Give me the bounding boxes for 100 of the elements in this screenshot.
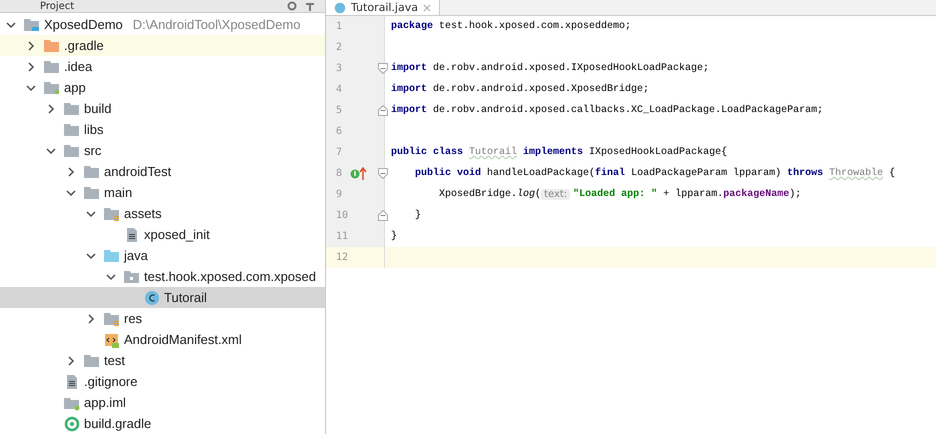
static-method-name: log xyxy=(517,189,536,200)
line-number: 8 xyxy=(336,168,342,179)
tree-item-label: build xyxy=(84,101,112,116)
tree-item-label: src xyxy=(84,143,102,158)
tree-item[interactable]: app xyxy=(0,77,325,98)
code-text: ( xyxy=(535,189,542,200)
chevron-down-icon[interactable] xyxy=(106,272,116,282)
tree-item-label: .idea xyxy=(64,59,92,74)
override-marker-icon[interactable] xyxy=(350,167,368,181)
line-number: 1 xyxy=(336,21,342,32)
file-icon xyxy=(124,226,140,242)
editor-tab[interactable]: Tutorail.java xyxy=(326,0,440,15)
chevron-right-icon[interactable] xyxy=(46,104,56,114)
code-text: } xyxy=(391,231,398,242)
tree-item-label: Tutorail xyxy=(164,290,207,305)
gradle-file-icon xyxy=(64,416,80,432)
tree-item[interactable]: assets xyxy=(0,203,325,224)
line-number: 11 xyxy=(336,231,348,242)
keyword: import xyxy=(391,84,428,95)
field-name: packageName xyxy=(723,189,790,200)
chevron-down-icon[interactable] xyxy=(86,208,96,218)
keyword: public void xyxy=(414,168,482,179)
folder-icon xyxy=(44,38,60,52)
tree-item[interactable]: build xyxy=(0,98,325,119)
chevron-down-icon[interactable] xyxy=(66,188,76,198)
line-number: 2 xyxy=(336,42,342,53)
tree-item[interactable]: xposed_init xyxy=(0,224,325,245)
keyword: implements xyxy=(522,147,584,158)
folder-icon xyxy=(24,18,40,32)
keyword: import xyxy=(391,63,428,74)
chevron-right-icon[interactable] xyxy=(26,40,36,50)
keyword: final xyxy=(595,168,626,179)
folder-icon xyxy=(84,164,100,178)
tree-item-label: app xyxy=(64,80,86,95)
fold-start-icon[interactable] xyxy=(378,63,388,74)
tree-item[interactable]: src xyxy=(0,140,325,161)
tree-item-label: .gradle xyxy=(64,38,104,53)
tree-item[interactable]: libs xyxy=(0,119,325,140)
string-literal: "Loaded app: " xyxy=(573,189,658,200)
folder-icon xyxy=(124,270,140,284)
tree-item[interactable]: java xyxy=(0,245,325,266)
tree-item-label: xposed_init xyxy=(144,227,210,242)
code-text: de.robv.android.xposed.IXposedHookLoadPackage; xyxy=(432,63,710,74)
tree-item[interactable]: Tutorail xyxy=(0,287,325,308)
tree-item[interactable]: test xyxy=(0,350,325,371)
tree-item[interactable]: res xyxy=(0,308,325,329)
unused-identifier: Tutorail xyxy=(469,147,518,158)
chevron-right-icon[interactable] xyxy=(66,356,76,366)
chevron-right-icon[interactable] xyxy=(66,166,76,176)
keyword: public class xyxy=(391,147,464,158)
line-number: 9 xyxy=(336,189,342,200)
tree-item[interactable]: .gradle xyxy=(0,35,325,56)
code-text: de.robv.android.xposed.callbacks.XC_LoadPackage.LoadPackageParam; xyxy=(432,105,824,116)
tree-item-label: res xyxy=(124,311,142,326)
code-text: ); xyxy=(789,189,802,200)
code-text: { xyxy=(888,168,896,179)
parameter-hint: text: xyxy=(541,189,570,200)
folder-icon xyxy=(64,102,80,116)
line-number: 3 xyxy=(336,63,342,74)
folder-icon xyxy=(104,206,120,220)
tree-item[interactable]: .gitignore xyxy=(0,371,325,392)
project-path: D:\AndroidTool\XposedDemo xyxy=(132,17,300,32)
code-text: XposedBridge. xyxy=(438,189,518,200)
tree-item-label: XposedDemo xyxy=(44,17,123,32)
tree-item[interactable]: .idea xyxy=(0,56,325,77)
tree-item-label: libs xyxy=(84,122,104,137)
tree-item[interactable]: androidTest xyxy=(0,161,325,182)
tree-item-label: test.hook.xposed.com.xposed xyxy=(144,269,316,284)
code-text: de.robv.android.xposed.XposedBridge; xyxy=(432,84,650,95)
chevron-right-icon[interactable] xyxy=(26,62,36,72)
tree-item-label: assets xyxy=(124,206,162,221)
panel-title: Project xyxy=(40,0,76,12)
fold-end-icon[interactable] xyxy=(378,105,388,116)
chevron-down-icon[interactable] xyxy=(26,82,36,92)
chevron-down-icon[interactable] xyxy=(86,250,96,260)
chevron-down-icon[interactable] xyxy=(6,20,16,30)
tree-item[interactable]: build.gradle xyxy=(0,413,325,434)
code-text: handleLoadPackage( xyxy=(487,168,596,179)
tree-item-label: .gitignore xyxy=(84,374,138,389)
line-number: 12 xyxy=(336,252,348,263)
line-number: 5 xyxy=(336,105,342,116)
tree-item[interactable]: test.hook.xposed.com.xposed xyxy=(0,266,325,287)
tree-item-label: AndroidManifest.xml xyxy=(124,332,242,347)
chevron-down-icon[interactable] xyxy=(46,146,56,156)
chevron-right-icon[interactable] xyxy=(86,314,96,324)
tree-item[interactable]: app.iml xyxy=(0,392,325,413)
folder-icon xyxy=(64,144,80,158)
folder-icon xyxy=(84,186,100,200)
code-text: + lpparam. xyxy=(662,189,724,200)
keyword: package xyxy=(391,21,434,32)
tree-item[interactable]: XposedDemo D:\AndroidTool\XposedDemo xyxy=(0,14,325,35)
file-icon xyxy=(64,374,80,390)
tree-item[interactable]: AndroidManifest.xml xyxy=(0,329,325,350)
tree-item-label: app.iml xyxy=(84,395,126,410)
tree-item-label: test xyxy=(104,353,125,368)
keyword: import xyxy=(391,105,428,116)
fold-end-icon[interactable] xyxy=(378,210,388,221)
fold-start-icon[interactable] xyxy=(378,168,388,179)
tree-item[interactable]: main xyxy=(0,182,325,203)
line-number: 7 xyxy=(336,147,342,158)
